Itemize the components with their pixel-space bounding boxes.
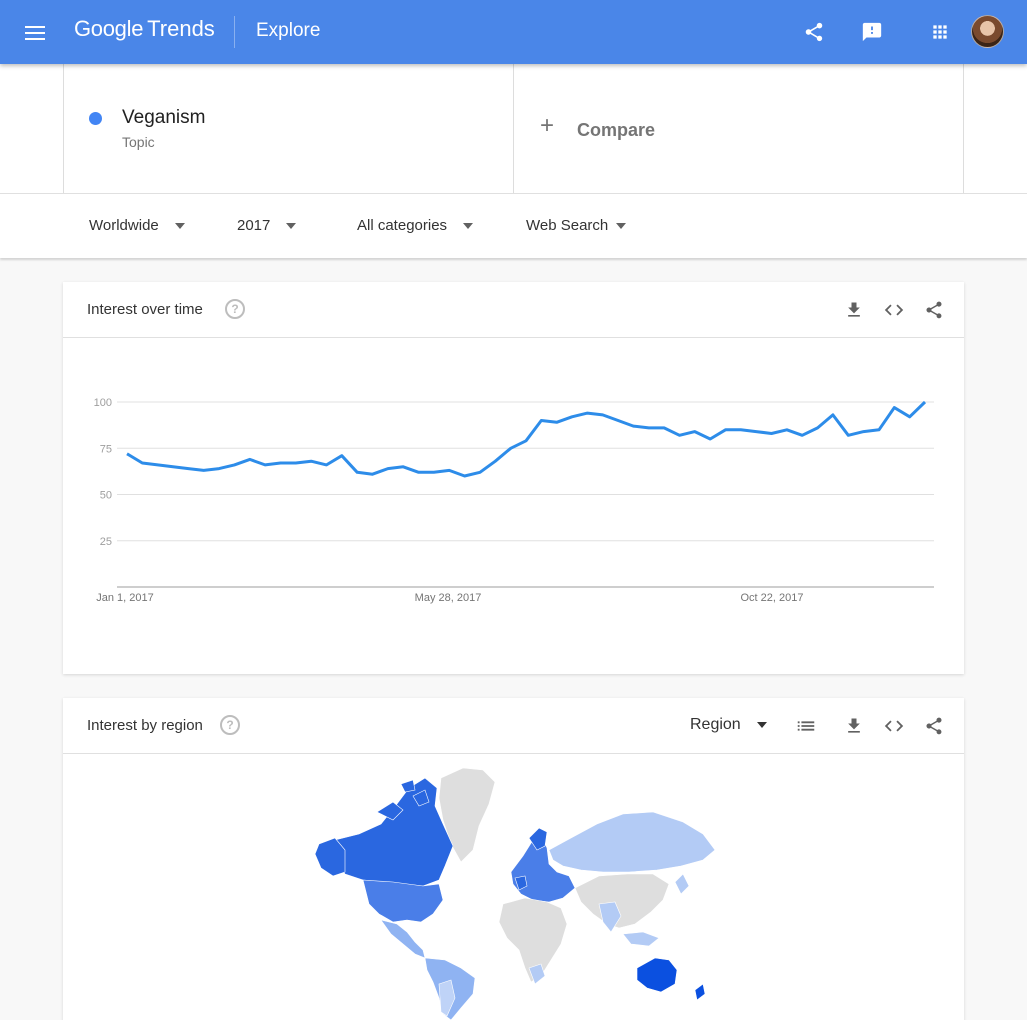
map-region-south-america[interactable] (424, 957, 476, 1020)
y-tick-label: 75 (100, 443, 112, 455)
property-filter-dropdown[interactable]: Web Search (526, 217, 627, 234)
x-tick-label: Oct 22, 2017 (741, 592, 804, 604)
header-divider (234, 16, 235, 48)
world-map[interactable] (63, 754, 964, 1020)
resolution-label: Region (690, 716, 741, 733)
line-chart: 25 50 75 100 Jan 1, 2017 May 28, 2017 Oct 22, … (63, 338, 964, 674)
google-trends-logo[interactable]: Google Trends (74, 16, 215, 42)
search-terms-bar: Veganism Topic + Compare (0, 64, 1027, 193)
chevron-down-icon (463, 222, 474, 229)
plus-icon: + (540, 112, 555, 139)
time-filter-dropdown[interactable]: 2017 (237, 217, 297, 234)
logo-trends-text: Trends (147, 16, 215, 41)
interest-over-time-widget: Interest over time ? 25 50 75 100 Jan 1, 201… (63, 282, 964, 674)
y-tick-label: 25 (100, 536, 112, 548)
y-tick-label: 50 (100, 490, 112, 502)
app-bar: Google Trends Explore (0, 0, 1027, 64)
widget-header: Interest over time ? (63, 282, 964, 338)
page-title: Explore (256, 20, 321, 41)
region-filter-dropdown[interactable]: Worldwide (89, 217, 185, 234)
feedback-icon[interactable] (858, 18, 886, 46)
chevron-down-icon (616, 222, 627, 229)
line-chart-svg[interactable]: 25 50 75 100 Jan 1, 2017 May 28, 2017 Oct 22, … (63, 338, 964, 674)
chevron-down-icon (286, 222, 297, 229)
property-filter-label: Web Search (526, 217, 609, 234)
download-icon[interactable] (842, 298, 866, 322)
logo-google-text: Google (74, 16, 144, 41)
resolution-dropdown[interactable]: Region (690, 716, 767, 734)
embed-icon[interactable] (882, 714, 906, 738)
widget-title: Interest by region (87, 717, 203, 734)
compare-button[interactable]: + Compare (514, 64, 964, 193)
category-filter-dropdown[interactable]: All categories (357, 217, 474, 234)
menu-icon[interactable] (22, 20, 48, 46)
time-filter-label: 2017 (237, 217, 271, 234)
map-region-mexico-central-america[interactable] (380, 919, 426, 959)
embed-icon[interactable] (882, 298, 906, 322)
search-term-card[interactable]: Veganism Topic (63, 64, 514, 193)
share-icon[interactable] (922, 298, 946, 322)
map-region-asia[interactable] (574, 873, 690, 947)
widget-header: Interest by region ? Region (63, 698, 964, 754)
apps-icon[interactable] (926, 18, 954, 46)
term-color-dot (89, 112, 102, 125)
chevron-down-icon (174, 222, 185, 229)
region-filter-label: Worldwide (89, 217, 159, 234)
map-region-australia[interactable] (636, 957, 706, 1001)
compare-label: Compare (577, 120, 656, 140)
map-region-usa[interactable] (362, 879, 444, 923)
category-filter-label: All categories (357, 217, 448, 234)
help-icon[interactable]: ? (225, 299, 245, 319)
chevron-down-icon (756, 722, 767, 728)
term-name: Veganism (122, 107, 206, 128)
map-region-russia[interactable] (548, 811, 716, 873)
y-tick-label: 100 (94, 397, 112, 409)
x-tick-label: May 28, 2017 (415, 592, 482, 604)
widget-title: Interest over time (87, 301, 203, 318)
term-type: Topic (122, 134, 155, 150)
interest-by-region-widget: Interest by region ? Region (63, 698, 964, 1020)
x-tick-label: Jan 1, 2017 (96, 592, 154, 604)
filter-bar: Worldwide 2017 All categories Web Search (0, 193, 1027, 258)
map-region-africa[interactable] (498, 897, 568, 985)
share-icon[interactable] (800, 18, 828, 46)
download-icon[interactable] (842, 714, 866, 738)
help-icon[interactable]: ? (220, 715, 240, 735)
share-icon[interactable] (922, 714, 946, 738)
avatar[interactable] (971, 15, 1004, 48)
series-line[interactable] (126, 400, 927, 478)
map-region-canada[interactable] (332, 777, 454, 887)
list-view-icon[interactable] (794, 714, 818, 738)
